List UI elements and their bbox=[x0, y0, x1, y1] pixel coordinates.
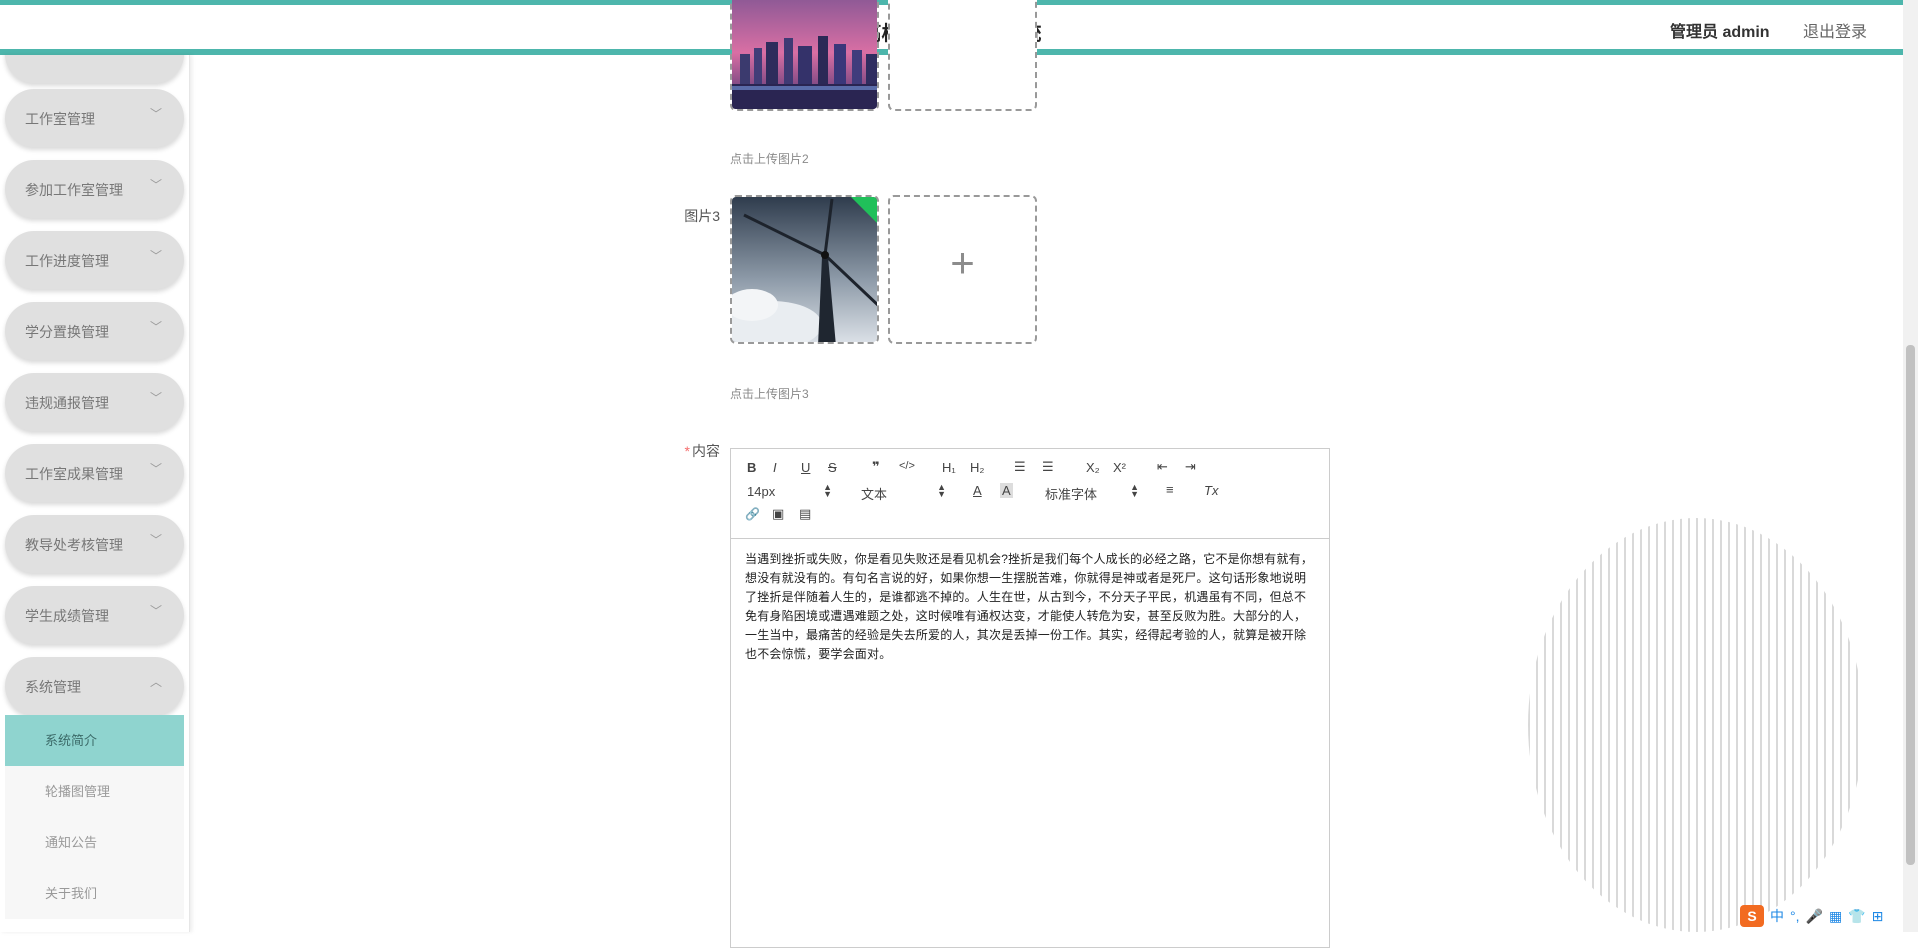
font-family-select[interactable]: 标准字体 ▲ ▼ bbox=[1045, 482, 1139, 503]
image3-label: 图片3 bbox=[684, 208, 720, 224]
subscript-button[interactable]: X₂ bbox=[1086, 460, 1100, 475]
sidebar: 工作室管理 ﹀ 参加工作室管理 ﹀ 工作进度管理 ﹀ 学分置换管理 ﹀ 违规通报… bbox=[0, 55, 190, 932]
ime-toolbar: S 中 °, 🎤 ▦ 👕 ⊞ bbox=[1740, 905, 1883, 927]
select-arrows-icon: ▲ ▼ bbox=[1130, 482, 1139, 499]
sidebar-menu-system[interactable]: 系统管理 ︿ bbox=[5, 657, 184, 715]
font-family-value: 标准字体 bbox=[1045, 487, 1098, 502]
strikethrough-button[interactable]: S bbox=[828, 460, 837, 475]
heading1-button[interactable]: H₁ bbox=[942, 460, 956, 475]
microphone-icon[interactable]: 🎤 bbox=[1806, 908, 1823, 925]
sidebar-menu-credit[interactable]: 学分置换管理 ﹀ bbox=[5, 302, 184, 360]
skin-icon[interactable]: 👕 bbox=[1848, 908, 1865, 925]
sidebar-menu-label: 教导处考核管理 bbox=[25, 537, 123, 553]
header-value: 文本 bbox=[861, 487, 888, 502]
clear-format-button[interactable]: Tx bbox=[1204, 483, 1218, 498]
editor-content[interactable]: 当遇到挫折或失败，你是看见失败还是看见机会?挫折是我们每个人成长的必经之路，它不… bbox=[731, 539, 1329, 675]
sidebar-menu-progress[interactable]: 工作进度管理 ﹀ bbox=[5, 231, 184, 289]
toolbox-icon[interactable]: ⊞ bbox=[1872, 908, 1884, 925]
system-submenu: 系统简介 轮播图管理 通知公告 关于我们 bbox=[5, 715, 184, 919]
font-size-value: 14px bbox=[747, 484, 776, 499]
required-mark: * bbox=[684, 443, 690, 459]
link-button[interactable]: 🔗 bbox=[745, 507, 760, 521]
ime-punctuation-icon[interactable]: °, bbox=[1790, 908, 1800, 924]
submenu-item-carousel[interactable]: 轮播图管理 bbox=[5, 766, 184, 817]
sidebar-menu-studio[interactable]: 工作室管理 ﹀ bbox=[5, 89, 184, 147]
sidebar-menu-achievement[interactable]: 工作室成果管理 ﹀ bbox=[5, 444, 184, 502]
header-select[interactable]: 文本 ▲ ▼ bbox=[861, 482, 946, 503]
chevron-down-icon: ﹀ bbox=[149, 533, 162, 547]
chevron-down-icon: ﹀ bbox=[149, 178, 162, 192]
underline-button[interactable]: U bbox=[801, 460, 810, 475]
logout-button[interactable]: 退出登录 bbox=[1803, 18, 1867, 42]
code-block-button[interactable]: </> bbox=[899, 460, 915, 472]
background-color-button[interactable]: A bbox=[1000, 483, 1013, 498]
image2-preview[interactable] bbox=[730, 0, 879, 111]
scrollbar-thumb[interactable] bbox=[1906, 345, 1915, 865]
ordered-list-button[interactable]: ☰ bbox=[1014, 459, 1026, 475]
admin-user-label: 管理员 admin bbox=[1670, 24, 1770, 41]
sidebar-menu-label: 学分置换管理 bbox=[25, 324, 109, 340]
indent-button[interactable]: ⇥ bbox=[1185, 459, 1196, 475]
sidebar-menu-label: 学生成绩管理 bbox=[25, 608, 109, 624]
font-size-select[interactable]: 14px ▲ ▼ bbox=[747, 482, 832, 500]
editor-toolbar: B I U S ❞ </> H₁ H₂ ☰ ☰ X₂ X² ⇤ ⇥ 14px ▲… bbox=[731, 449, 1329, 539]
sidebar-menu-label: 违规通报管理 bbox=[25, 395, 109, 411]
chevron-down-icon: ﹀ bbox=[149, 320, 162, 334]
bullet-list-button[interactable]: ☰ bbox=[1042, 459, 1054, 475]
sidebar-menu-assessment[interactable]: 教导处考核管理 ﹀ bbox=[5, 515, 184, 573]
content-label-text: 内容 bbox=[692, 443, 720, 459]
outdent-button[interactable]: ⇤ bbox=[1157, 459, 1168, 475]
submenu-item-notice[interactable]: 通知公告 bbox=[5, 817, 184, 868]
blockquote-button[interactable]: ❞ bbox=[872, 459, 880, 475]
chevron-down-icon: ﹀ bbox=[149, 604, 162, 618]
sidebar-menu-grades[interactable]: 学生成绩管理 ﹀ bbox=[5, 586, 184, 644]
image2-upload-hint: 点击上传图片2 bbox=[730, 152, 809, 166]
sidebar-menu-label: 工作室成果管理 bbox=[25, 466, 123, 482]
content-label: * 内容 bbox=[660, 441, 720, 461]
wind-turbine-thumbnail bbox=[732, 197, 877, 342]
keyboard-icon[interactable]: ▦ bbox=[1829, 908, 1842, 925]
plus-icon: + bbox=[950, 239, 975, 286]
ime-chinese-mode[interactable]: 中 bbox=[1770, 906, 1784, 926]
sidebar-menu-partial[interactable] bbox=[5, 55, 184, 83]
sidebar-menu-label: 系统管理 bbox=[25, 679, 81, 695]
italic-button[interactable]: I bbox=[773, 460, 777, 475]
chevron-down-icon: ﹀ bbox=[149, 249, 162, 263]
image3-upload-hint: 点击上传图片3 bbox=[730, 387, 809, 401]
rich-text-editor: B I U S ❞ </> H₁ H₂ ☰ ☰ X₂ X² ⇤ ⇥ 14px ▲… bbox=[730, 448, 1330, 948]
select-arrows-icon: ▲ ▼ bbox=[937, 482, 946, 499]
image3-preview[interactable] bbox=[730, 195, 879, 344]
page-scrollbar[interactable] bbox=[1903, 0, 1918, 932]
city-night-thumbnail bbox=[732, 0, 877, 109]
heading2-button[interactable]: H₂ bbox=[970, 460, 984, 475]
decorative-striped-circle bbox=[1528, 518, 1864, 932]
font-color-button[interactable]: A bbox=[973, 483, 982, 498]
chevron-down-icon: ﹀ bbox=[149, 462, 162, 476]
select-arrows-icon: ▲ ▼ bbox=[823, 482, 832, 499]
submenu-item-about[interactable]: 关于我们 bbox=[5, 868, 184, 919]
sogou-logo-icon[interactable]: S bbox=[1740, 905, 1764, 927]
image-button[interactable]: ▣ bbox=[772, 506, 784, 522]
image2-upload-slot[interactable] bbox=[888, 0, 1037, 111]
chevron-down-icon: ﹀ bbox=[149, 391, 162, 405]
sidebar-menu-label: 工作室管理 bbox=[25, 111, 95, 127]
chevron-up-icon: ︿ bbox=[149, 675, 162, 689]
align-button[interactable]: ≡ bbox=[1166, 482, 1174, 497]
bold-button[interactable]: B bbox=[747, 460, 756, 475]
sidebar-menu-label: 参加工作室管理 bbox=[25, 182, 123, 198]
superscript-button[interactable]: X² bbox=[1113, 460, 1126, 475]
submenu-item-system-intro[interactable]: 系统简介 bbox=[5, 715, 184, 766]
sidebar-menu-label: 工作进度管理 bbox=[25, 253, 109, 269]
sidebar-menu-join-studio[interactable]: 参加工作室管理 ﹀ bbox=[5, 160, 184, 218]
sidebar-menu-violation[interactable]: 违规通报管理 ﹀ bbox=[5, 373, 184, 431]
chevron-down-icon: ﹀ bbox=[149, 107, 162, 121]
image3-upload-slot[interactable]: + bbox=[888, 195, 1037, 344]
video-button[interactable]: ▤ bbox=[799, 506, 811, 522]
